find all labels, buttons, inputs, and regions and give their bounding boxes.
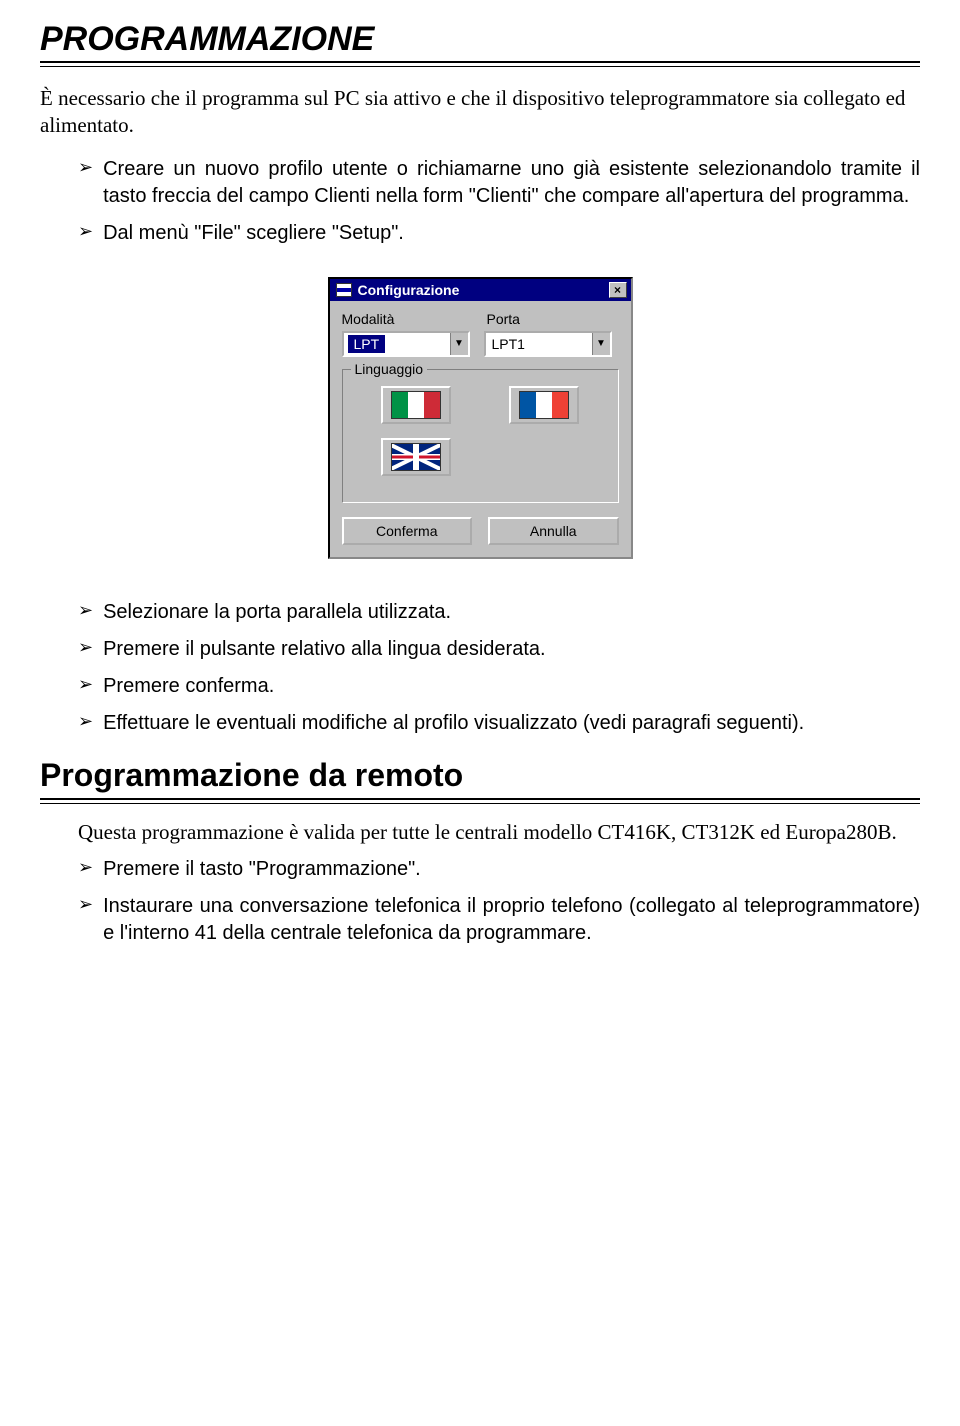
flag-uk-icon — [391, 443, 441, 471]
dialog-title: Configurazione — [358, 282, 460, 298]
bullet-text: Creare un nuovo profilo utente o richiam… — [103, 156, 920, 210]
arrow-icon: ➢ — [78, 156, 93, 179]
configurazione-dialog: Configurazione × Modalità Porta LPT ▼ LP… — [328, 277, 633, 559]
linguaggio-legend: Linguaggio — [351, 361, 428, 377]
flag-italy-icon — [391, 391, 441, 419]
arrow-icon: ➢ — [78, 636, 93, 659]
arrow-icon: ➢ — [78, 893, 93, 916]
bullet-item: ➢ Instaurare una conversazione telefonic… — [78, 893, 920, 947]
bullet-text: Instaurare una conversazione telefonica … — [103, 893, 920, 947]
dialog-titlebar: Configurazione × — [330, 279, 631, 301]
porta-dropdown[interactable]: LPT1 ▼ — [484, 331, 612, 357]
flag-france-button[interactable] — [509, 386, 579, 424]
bullet-text: Premere il pulsante relativo alla lingua… — [103, 636, 545, 663]
bullet-item: ➢ Dal menù "File" scegliere "Setup". — [78, 220, 920, 247]
modalita-value: LPT — [348, 335, 386, 353]
bullets-bottom: ➢ Premere il tasto "Programmazione". ➢ I… — [40, 856, 920, 947]
bullet-text: Dal menù "File" scegliere "Setup". — [103, 220, 404, 247]
arrow-icon: ➢ — [78, 856, 93, 879]
remoto-intro: Questa programmazione è valida per tutte… — [40, 818, 920, 846]
bullets-mid: ➢ Selezionare la porta parallela utilizz… — [40, 599, 920, 737]
bullet-text: Premere il tasto "Programmazione". — [103, 856, 421, 883]
chevron-down-icon: ▼ — [450, 333, 468, 355]
arrow-icon: ➢ — [78, 599, 93, 622]
heading-programmazione-remoto: Programmazione da remoto — [40, 757, 920, 800]
intro-paragraph: È necessario che il programma sul PC sia… — [40, 85, 920, 140]
linguaggio-fieldset: Linguaggio — [342, 369, 619, 503]
heading-underline — [40, 65, 920, 67]
bullet-item: ➢ Premere il tasto "Programmazione". — [78, 856, 920, 883]
close-icon: × — [614, 284, 621, 296]
chevron-down-icon: ▼ — [592, 333, 610, 355]
porta-value: LPT1 — [490, 335, 527, 353]
bullet-item: ➢ Selezionare la porta parallela utilizz… — [78, 599, 920, 626]
bullet-text: Premere conferma. — [103, 673, 274, 700]
bullets-top: ➢ Creare un nuovo profilo utente o richi… — [40, 156, 920, 247]
app-icon — [336, 283, 352, 297]
heading2-underline — [40, 802, 920, 804]
conferma-button[interactable]: Conferma — [342, 517, 473, 545]
porta-label: Porta — [487, 311, 619, 327]
arrow-icon: ➢ — [78, 710, 93, 733]
modalita-dropdown[interactable]: LPT ▼ — [342, 331, 470, 357]
arrow-icon: ➢ — [78, 220, 93, 243]
annulla-button[interactable]: Annulla — [488, 517, 619, 545]
close-button[interactable]: × — [609, 282, 627, 298]
flag-france-icon — [519, 391, 569, 419]
arrow-icon: ➢ — [78, 673, 93, 696]
bullet-text: Effettuare le eventuali modifiche al pro… — [103, 710, 804, 737]
flag-uk-button[interactable] — [381, 438, 451, 476]
bullet-text: Selezionare la porta parallela utilizzat… — [103, 599, 451, 626]
bullet-item: ➢ Premere il pulsante relativo alla ling… — [78, 636, 920, 663]
bullet-item: ➢ Premere conferma. — [78, 673, 920, 700]
bullet-item: ➢ Effettuare le eventuali modifiche al p… — [78, 710, 920, 737]
dialog-screenshot: Configurazione × Modalità Porta LPT ▼ LP… — [40, 277, 920, 559]
flag-italy-button[interactable] — [381, 386, 451, 424]
modalita-label: Modalità — [342, 311, 487, 327]
heading-programmazione: PROGRAMMAZIONE — [40, 20, 920, 63]
bullet-item: ➢ Creare un nuovo profilo utente o richi… — [78, 156, 920, 210]
